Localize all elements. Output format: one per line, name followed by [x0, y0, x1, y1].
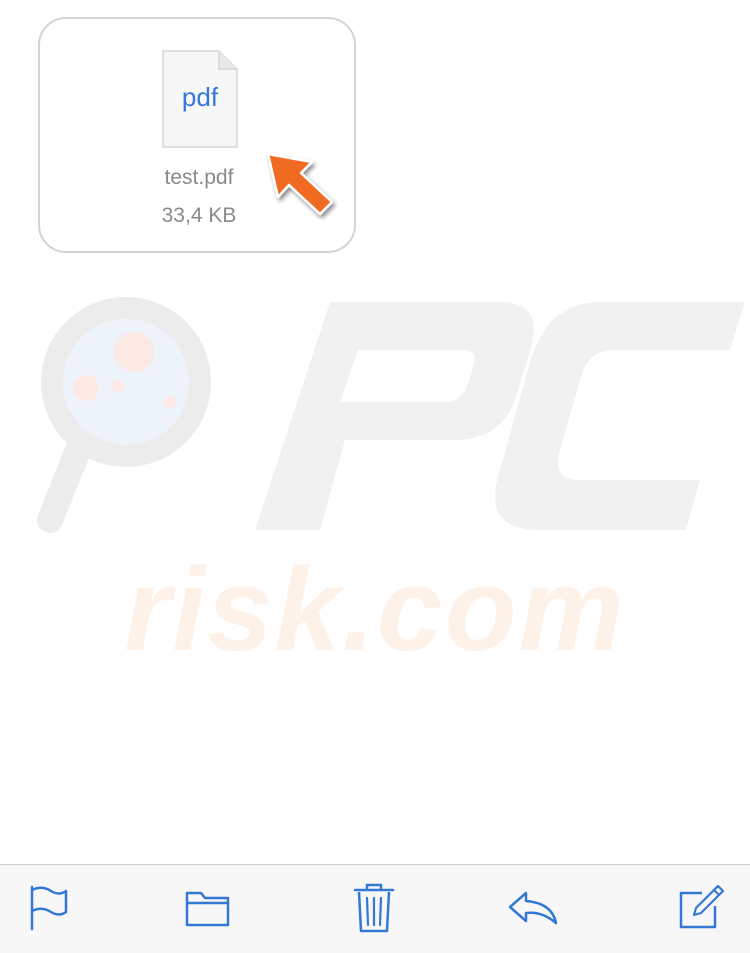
flag-icon	[30, 885, 68, 931]
trash-button[interactable]	[346, 879, 402, 935]
bottom-toolbar	[0, 864, 750, 953]
pdf-file-icon: pdf	[162, 50, 238, 148]
file-type-label: pdf	[181, 82, 219, 112]
flag-button[interactable]	[20, 879, 76, 935]
pcrisk-logo-icon	[37, 297, 745, 533]
watermark-text: risk.com	[124, 544, 626, 676]
reply-icon	[508, 891, 558, 925]
compose-icon	[679, 884, 725, 929]
compose-button[interactable]	[672, 879, 728, 935]
mail-message-view: risk.com pdf test.pdf 33,4 KB	[0, 0, 750, 953]
folder-icon	[185, 891, 230, 927]
move-to-folder-button[interactable]	[180, 879, 236, 935]
orange-arrow-icon	[262, 150, 340, 222]
reply-button[interactable]	[504, 879, 560, 935]
pcrisk-watermark: risk.com	[0, 290, 750, 690]
trash-icon	[353, 883, 395, 933]
